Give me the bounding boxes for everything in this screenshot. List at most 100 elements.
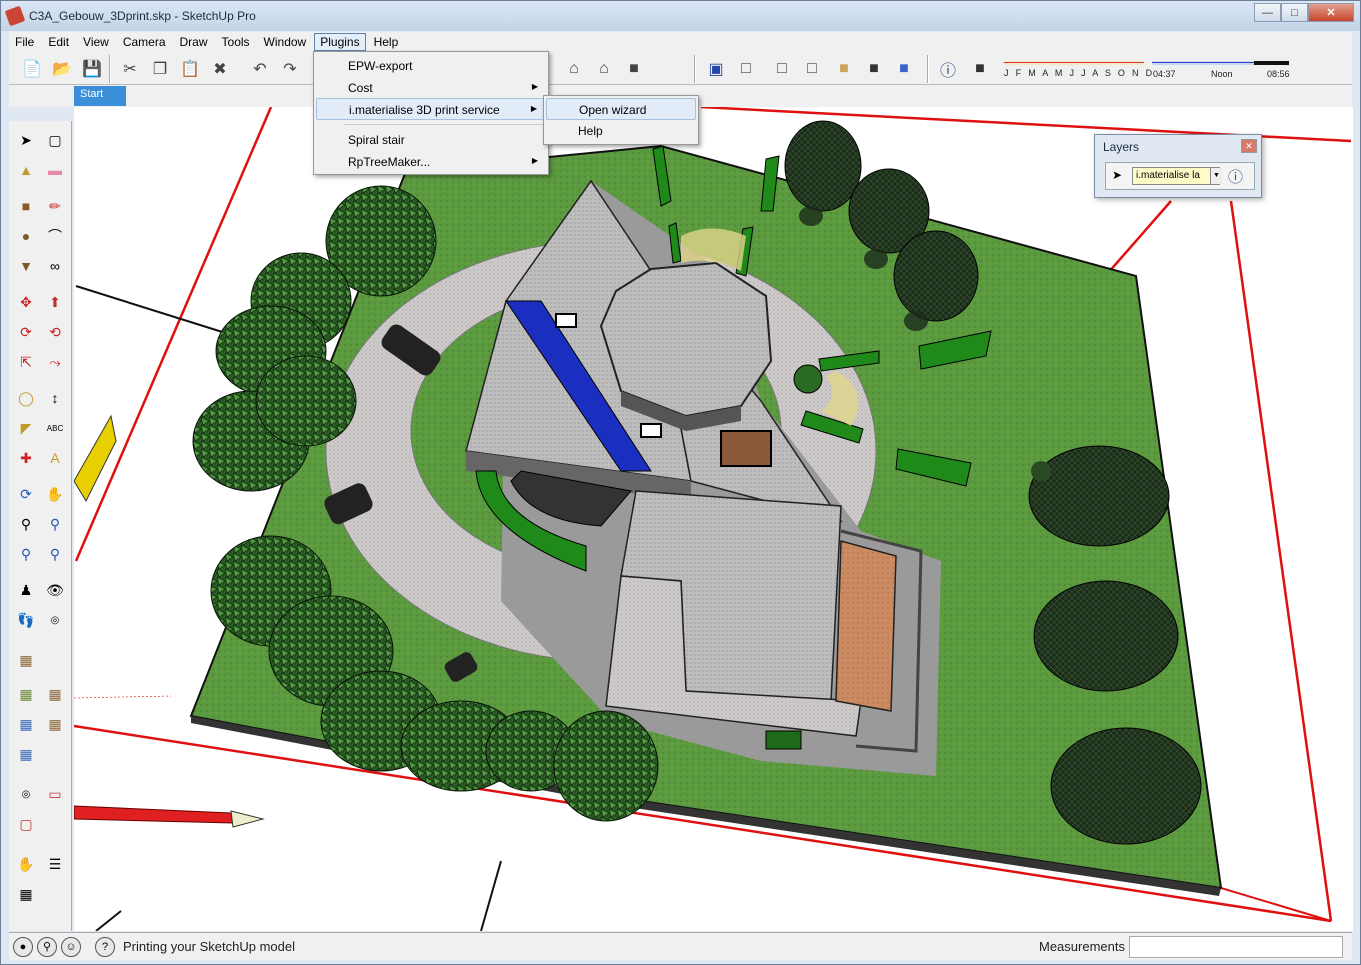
layers-close-button[interactable]: ✕ — [1241, 139, 1257, 153]
menu-edit[interactable]: Edit — [42, 33, 75, 51]
erase-icon[interactable]: ✖ — [207, 56, 233, 82]
menu-item-imaterialise[interactable]: i.materialise 3D print service ▶ — [316, 98, 546, 120]
paste-icon[interactable]: 📋 — [177, 56, 203, 82]
sandbox-from-contours-icon[interactable]: ▦ — [13, 647, 39, 673]
house-side-icon[interactable]: ■ — [621, 56, 647, 82]
save-icon[interactable]: 💾 — [79, 56, 105, 82]
menu-tools[interactable]: Tools — [216, 33, 256, 51]
new-file-icon[interactable]: 📄 — [19, 56, 45, 82]
menu-help[interactable]: Help — [368, 33, 405, 51]
follow-me-icon[interactable]: ⟲ — [42, 319, 68, 345]
layer-select[interactable]: i.materialise la — [1132, 167, 1220, 185]
freehand-icon[interactable]: ∞ — [42, 253, 68, 279]
eraser-icon[interactable]: ▬ — [42, 157, 68, 183]
copy-icon[interactable]: ❐ — [147, 56, 173, 82]
menu-item-rptreemaker[interactable]: RpTreeMaker... ▶ — [316, 151, 546, 173]
xray-mode-icon[interactable]: ■ — [891, 56, 917, 82]
menu-draw[interactable]: Draw — [174, 33, 214, 51]
rectangle-icon[interactable]: ■ — [13, 193, 39, 219]
menu-item-label: Spiral stair — [348, 133, 405, 147]
walk-icon[interactable]: 👣 — [13, 607, 39, 633]
credits-icon[interactable]: ⚲ — [37, 936, 57, 957]
menu-file[interactable]: File — [9, 33, 40, 51]
position-camera-icon[interactable]: ♟ — [13, 577, 39, 603]
wireframe-cube-icon[interactable]: □ — [733, 56, 759, 82]
minimize-button[interactable]: — — [1254, 3, 1281, 22]
menu-item-spiral-stair[interactable]: Spiral stair — [316, 129, 546, 151]
zoom-icon[interactable]: ⚲ — [13, 511, 39, 537]
xray-cube-icon[interactable]: ▣ — [703, 56, 729, 82]
display-section-icon[interactable]: ▭ — [42, 781, 68, 807]
shadow-toggle-icon[interactable]: ■ — [967, 56, 993, 82]
zoom-extents-icon[interactable]: ⚲ — [42, 541, 68, 567]
house-outline-icon[interactable]: ⌂ — [591, 56, 617, 82]
orbit-icon[interactable]: ⟳ — [13, 481, 39, 507]
stamp-icon[interactable]: ▦ — [13, 711, 39, 737]
plugins-dropdown-menu: EPW-export Cost ▶ i.materialise 3D print… — [313, 51, 549, 175]
section-fill-icon[interactable]: ▢ — [13, 811, 39, 837]
maximize-button[interactable]: □ — [1281, 3, 1308, 22]
text-icon[interactable]: ABC — [42, 415, 68, 441]
menu-window[interactable]: Window — [258, 33, 313, 51]
cut-icon[interactable]: ✂ — [117, 56, 143, 82]
shadow-info-icon[interactable]: ⓘ — [935, 56, 961, 82]
scale-icon[interactable]: ⇱ — [13, 349, 39, 375]
pan-hand-icon[interactable]: ✋ — [42, 481, 68, 507]
dynamic-component-attributes-icon[interactable]: ▦ — [13, 881, 39, 907]
paint-bucket-icon[interactable]: ▲ — [13, 157, 39, 183]
dynamic-component-options-icon[interactable]: ☰ — [42, 851, 68, 877]
menu-view[interactable]: View — [77, 33, 115, 51]
select-arrow-icon[interactable]: ➤ — [13, 127, 39, 153]
make-component-icon[interactable]: ▢ — [42, 127, 68, 153]
measurements-input[interactable] — [1129, 936, 1343, 958]
menu-item-epw-export[interactable]: EPW-export — [316, 55, 546, 77]
menu-item-open-wizard[interactable]: Open wizard — [546, 98, 696, 120]
protractor-icon[interactable]: ◤ — [13, 415, 39, 441]
menu-item-cost[interactable]: Cost ▶ — [316, 77, 546, 99]
hidden-line-cube-icon[interactable]: □ — [769, 56, 795, 82]
textured-cube-icon[interactable]: ■ — [831, 56, 857, 82]
close-button[interactable]: ✕ — [1308, 3, 1354, 22]
look-around-icon[interactable]: 👁 — [42, 577, 68, 603]
axes-icon[interactable]: ✚ — [13, 445, 39, 471]
menu-plugins[interactable]: Plugins — [314, 33, 366, 51]
circle-icon[interactable]: ● — [13, 223, 39, 249]
house-front-icon[interactable]: ⌂ — [561, 56, 587, 82]
chevron-down-icon[interactable]: ▼ — [1210, 168, 1222, 184]
layers-panel: Layers ✕ ➤ i.materialise la ▼ ⓘ — [1094, 134, 1262, 198]
arc-icon[interactable]: ⌒ — [42, 223, 68, 249]
menu-item-label: i.materialise 3D print service — [349, 103, 500, 117]
menu-camera[interactable]: Camera — [117, 33, 172, 51]
polygon-icon[interactable]: ▼ — [13, 253, 39, 279]
geo-location-icon[interactable]: ● — [13, 936, 33, 957]
offset-icon[interactable]: ⤳ — [42, 349, 68, 375]
help-icon[interactable]: ? — [95, 936, 115, 957]
section-plane-icon[interactable]: ◎ — [42, 607, 68, 633]
monochrome-cube-icon[interactable]: ■ — [861, 56, 887, 82]
zoom-window-icon[interactable]: ⚲ — [42, 511, 68, 537]
dimension-icon[interactable]: ↕ — [42, 385, 68, 411]
redo-icon[interactable]: ↷ — [277, 56, 303, 82]
menu-item-help[interactable]: Help — [546, 120, 696, 142]
previous-view-icon[interactable]: ⚲ — [13, 541, 39, 567]
smoove-icon[interactable]: ▦ — [42, 681, 68, 707]
add-detail-icon[interactable]: ▦ — [13, 741, 39, 767]
move-icon[interactable]: ✥ — [13, 289, 39, 315]
undo-icon[interactable]: ↶ — [247, 56, 273, 82]
scene-tab-start[interactable]: Start — [74, 86, 126, 106]
rotate-icon[interactable]: ⟳ — [13, 319, 39, 345]
open-folder-icon[interactable]: 📂 — [49, 56, 75, 82]
section-cut-icon[interactable]: ◎ — [13, 781, 39, 807]
tape-measure-icon[interactable]: ◯ — [13, 385, 39, 411]
sandbox-scratch-icon[interactable]: ▦ — [13, 681, 39, 707]
model-viewport[interactable] — [74, 107, 1353, 931]
menu-bar: File Edit View Camera Draw Tools Window … — [9, 32, 1352, 52]
interact-hand-icon[interactable]: ✋ — [13, 851, 39, 877]
push-pull-icon[interactable]: ⬆ — [42, 289, 68, 315]
shaded-cube-icon[interactable]: □ — [799, 56, 825, 82]
pencil-line-icon[interactable]: ✏ — [42, 193, 68, 219]
drape-icon[interactable]: ▦ — [42, 711, 68, 737]
user-icon[interactable]: ☺ — [61, 936, 81, 957]
3d-text-icon[interactable]: A — [42, 445, 68, 471]
layer-manager-icon[interactable]: ⓘ — [1228, 166, 1243, 187]
